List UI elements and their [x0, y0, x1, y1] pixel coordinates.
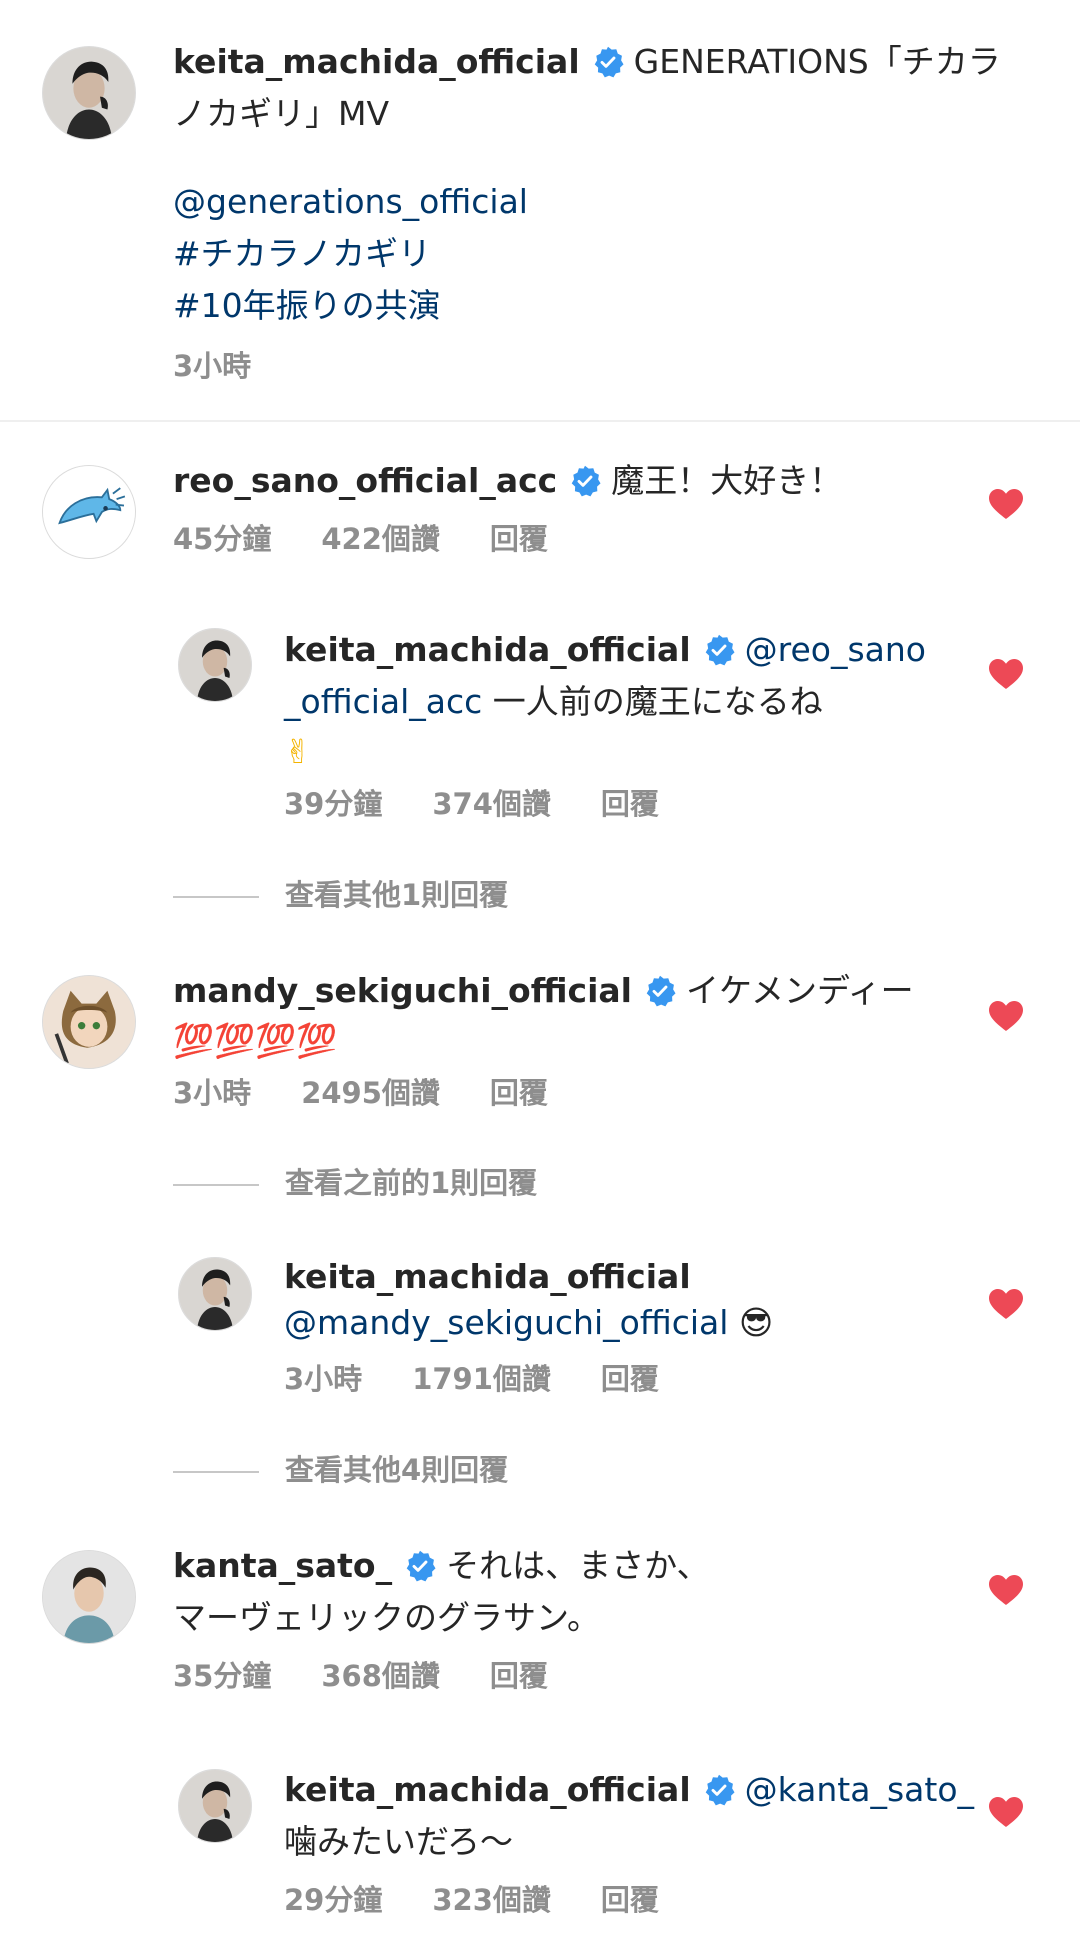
reply-comment: keita_machida_official @kanta_sato_ 噛みたいだ… [284, 1764, 974, 1933]
verified-badge-icon [703, 634, 735, 666]
view-more-replies[interactable]: 查看其他4則回覆 [173, 1447, 508, 1489]
avatar[interactable] [178, 628, 252, 702]
comment-text: 一人前の魔王になるね [482, 682, 823, 721]
caption: keita_machida_official GENERATIONS「チカラ ノカ… [173, 36, 1053, 383]
comment-likes[interactable]: 422個讚 [321, 519, 440, 559]
comment-mention[interactable]: @kanta_sato_ [745, 1770, 974, 1809]
caption-text: GENERATIONS「チカラ [633, 42, 1001, 81]
hundred-emoji: 💯💯💯💯 [173, 1021, 338, 1060]
comment-mention-cont[interactable]: _official_acc [284, 682, 482, 721]
reply-comment: keita_machida_official @mandy_sekiguchi_… [284, 1251, 974, 1401]
avatar[interactable] [42, 465, 136, 559]
verified-badge-icon [569, 465, 601, 497]
comment-mention[interactable]: @mandy_sekiguchi_official [284, 1303, 728, 1342]
comment-mention[interactable]: @reo_sano [745, 630, 926, 669]
verified-badge-icon [644, 975, 676, 1007]
comment-time: 39分鐘 [284, 787, 383, 821]
reply-button[interactable]: 回覆 [601, 1880, 659, 1920]
comment-likes[interactable]: 2495個讚 [301, 1073, 440, 1113]
divider-dash [173, 1184, 259, 1186]
comment: kanta_sato_ それは、まさか、 マーヴェリックのグラサン。 35分鐘 36… [173, 1540, 973, 1700]
comment-text-cont: マーヴェリックのグラサン。 [173, 1598, 601, 1637]
reply-button[interactable]: 回覆 [490, 1073, 548, 1113]
caption-username[interactable]: keita_machida_official [173, 42, 580, 81]
comment-likes[interactable]: 368個讚 [321, 1656, 440, 1696]
caption-mention[interactable]: @generations_official [173, 182, 528, 221]
comment: reo_sano_official_acc 魔王！大好き！ 45分鐘 422個讚 回覆 [173, 455, 973, 565]
comment-text: 噛みたいだろ〜 [284, 1822, 514, 1861]
sunglasses-emoji: 😎 [738, 1303, 774, 1342]
heart-icon[interactable] [988, 1796, 1024, 1828]
caption-hashtag[interactable]: #10年振りの共演 [173, 286, 441, 325]
comment-time: 3小時 [173, 1076, 252, 1110]
comment-likes[interactable]: 374個讚 [432, 784, 551, 824]
comment-text: それは、まさか、 [446, 1546, 710, 1585]
comment-username[interactable]: keita_machida_official [284, 1257, 691, 1296]
comment-username[interactable]: kanta_sato_ [173, 1546, 392, 1585]
heart-icon[interactable] [988, 1000, 1024, 1032]
avatar[interactable] [42, 1550, 136, 1644]
anime-avatar-image [43, 976, 135, 1068]
dolphin-avatar-image [43, 466, 135, 558]
reply-button[interactable]: 回覆 [601, 784, 659, 824]
verified-badge-icon [703, 1774, 735, 1806]
comment-text: 魔王！大好き！ [611, 461, 843, 500]
avatar-keita-image [43, 47, 135, 139]
reply-comment: keita_machida_official @reo_sano _officia… [284, 624, 974, 824]
comment-username[interactable]: keita_machida_official [284, 1770, 691, 1809]
heart-icon[interactable] [988, 658, 1024, 690]
avatar-keita-image [179, 1770, 251, 1842]
view-previous-replies[interactable]: 查看之前的1則回覆 [173, 1160, 537, 1202]
view-more-replies[interactable]: 查看其他1則回覆 [173, 872, 508, 914]
avatar[interactable] [178, 1769, 252, 1843]
heart-icon[interactable] [988, 1574, 1024, 1606]
heart-icon[interactable] [988, 488, 1024, 520]
avatar[interactable] [42, 975, 136, 1069]
avatar-keita-image [179, 629, 251, 701]
verified-badge-icon [404, 1550, 436, 1582]
caption-time: 3小時 [173, 349, 252, 383]
avatar-keita-image [179, 1258, 251, 1330]
comment-username[interactable]: keita_machida_official [284, 630, 691, 669]
heart-icon[interactable] [988, 1288, 1024, 1320]
avatar[interactable] [42, 46, 136, 140]
comment-time: 3小時 [284, 1362, 363, 1396]
divider-dash [173, 1471, 259, 1473]
reply-button[interactable]: 回覆 [490, 1656, 548, 1696]
divider [0, 420, 1080, 422]
caption-text-cont: ノカギリ」MV [173, 94, 390, 133]
avatar[interactable] [178, 1257, 252, 1331]
comment-time: 45分鐘 [173, 522, 272, 556]
comment-likes[interactable]: 323個讚 [432, 1880, 551, 1920]
caption-hashtag[interactable]: #チカラノカギリ [173, 234, 431, 273]
view-more-label[interactable]: 查看其他1則回覆 [285, 878, 508, 912]
comment-username[interactable]: mandy_sekiguchi_official [173, 971, 632, 1010]
reply-button[interactable]: 回覆 [601, 1359, 659, 1399]
comment-username[interactable]: reo_sano_official_acc [173, 461, 557, 500]
verified-badge-icon [592, 46, 624, 78]
divider-dash [173, 896, 259, 898]
victory-emoji: ✌ [284, 732, 312, 771]
kanta-avatar-image [43, 1551, 135, 1643]
comment-time: 29分鐘 [284, 1883, 383, 1917]
comment: mandy_sekiguchi_official イケメンディー 💯💯💯💯 3小時… [173, 965, 973, 1125]
view-more-label[interactable]: 查看其他4則回覆 [285, 1453, 508, 1487]
reply-button[interactable]: 回覆 [490, 519, 548, 559]
comment-time: 35分鐘 [173, 1659, 272, 1693]
view-more-label[interactable]: 查看之前的1則回覆 [285, 1166, 537, 1200]
comment-text: イケメンディー [685, 971, 914, 1010]
comment-likes[interactable]: 1791個讚 [412, 1359, 551, 1399]
